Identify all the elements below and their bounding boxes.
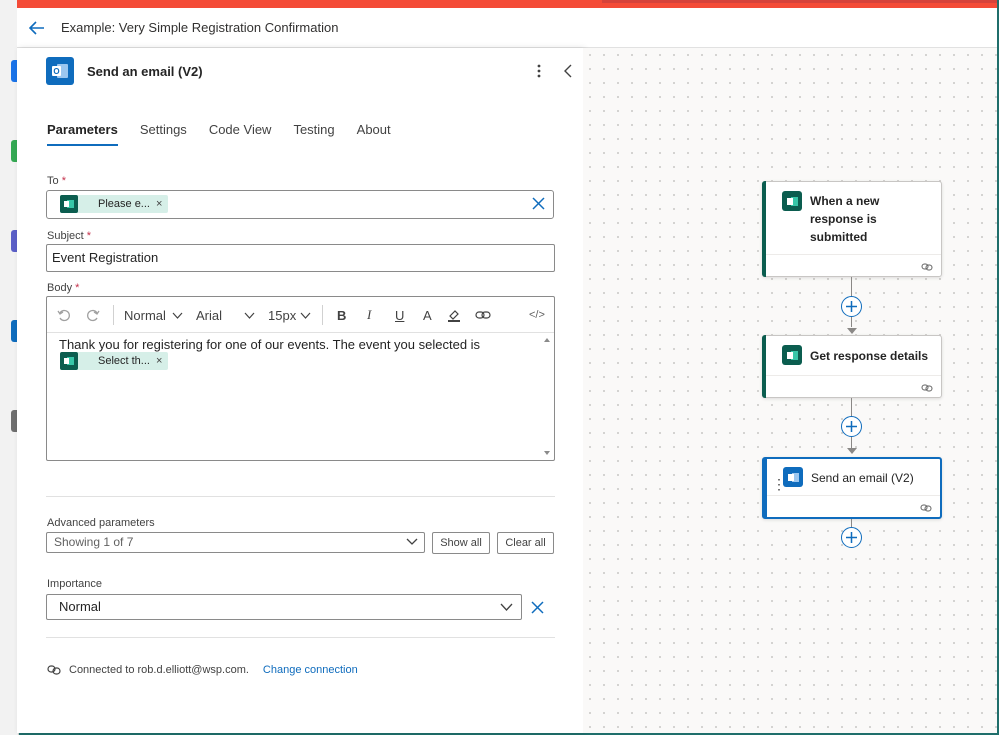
add-step-button[interactable] [841,527,862,548]
tab-settings[interactable]: Settings [140,122,187,146]
node-title: Get response details [810,349,929,363]
node-title: Send an email (V2) [811,471,914,485]
advanced-parameters-label: Advanced parameters [47,517,155,529]
tab-parameters[interactable]: Parameters [47,122,118,146]
collapse-panel-button[interactable] [560,60,576,82]
add-step-button[interactable] [841,416,862,437]
panel-title: Send an email (V2) [87,64,203,79]
forms-icon [782,345,802,365]
to-field[interactable]: Please e... × [46,190,554,219]
code-view-button[interactable]: </> [529,305,545,325]
chevron-down-icon [500,603,513,611]
svg-text:O: O [53,67,59,76]
chevron-down-icon [172,312,183,319]
font-color-button[interactable]: A [423,305,432,325]
show-all-button[interactable]: Show all [432,532,490,554]
send-email-node[interactable]: ⋮ Send an email (V2) [762,457,942,519]
font-dropdown[interactable]: Arial [196,305,255,325]
token-label: Select th... [98,355,150,367]
divider [46,496,555,497]
forms-icon [60,352,78,370]
connection-link-icon [921,384,933,392]
chevron-down-icon [406,538,418,545]
chevron-left-icon [564,64,572,78]
dynamic-content-token[interactable]: Select th... × [60,352,169,370]
action-node[interactable]: Get response details [762,335,942,398]
dynamic-content-token[interactable]: Please e... × [60,195,169,213]
font-size-dropdown[interactable]: 15px [268,305,311,325]
remove-token-icon[interactable]: × [156,198,168,210]
bold-button[interactable]: B [337,305,346,325]
chevron-down-icon [244,312,255,319]
connection-link-icon [921,263,933,271]
body-label: Body * [47,282,80,294]
node-title: When a new response is submitted [810,194,880,244]
arrow-left-icon [29,20,44,35]
subject-label: Subject * [47,230,92,242]
back-button[interactable] [17,8,57,48]
title-bar: Example: Very Simple Registration Confir… [17,8,997,48]
tab-about[interactable]: About [357,122,391,146]
importance-label: Importance [47,578,103,590]
editor-toolbar: Normal Arial 15px B I U A </> [47,297,554,333]
body-scrollbar[interactable] [541,334,553,459]
divider [46,637,555,638]
highlight-icon[interactable] [447,305,461,325]
link-icon[interactable] [475,305,491,325]
token-label: Please e... [98,198,150,210]
remove-token-icon[interactable]: × [156,355,168,367]
plus-icon [846,532,857,543]
more-options-icon[interactable] [529,60,549,82]
underline-button[interactable]: U [395,305,404,325]
connection-link-icon [47,665,61,675]
connection-text: Connected to rob.d.elliott@wsp.com. [69,664,249,676]
top-accent-bar [17,0,997,8]
tab-list: Parameters Settings Code View Testing Ab… [47,122,413,146]
importance-dropdown[interactable]: Normal [46,594,522,620]
forms-icon [60,195,78,213]
change-connection-link[interactable]: Change connection [263,664,358,676]
clear-icon[interactable] [532,197,545,213]
plus-icon [846,301,857,312]
subject-input[interactable]: Event Registration [46,244,555,272]
undo-icon[interactable] [57,305,71,325]
clear-icon[interactable] [531,601,544,617]
body-editor[interactable]: Normal Arial 15px B I U A </> Thank you … [46,296,555,461]
clear-all-button[interactable]: Clear all [497,532,554,554]
forms-icon [782,191,802,211]
app-window: Example: Very Simple Registration Confir… [17,0,997,733]
chevron-down-icon [300,312,311,319]
tab-code-view[interactable]: Code View [209,122,272,146]
redo-icon[interactable] [86,305,100,325]
flow-canvas[interactable]: When a new response is submitted Get res… [583,48,997,733]
trigger-node[interactable]: When a new response is submitted [762,181,942,277]
plus-icon [846,421,857,432]
body-content[interactable]: Thank you for registering for one of our… [59,337,529,352]
add-step-button[interactable] [841,296,862,317]
paragraph-style-dropdown[interactable]: Normal [124,305,183,325]
tab-testing[interactable]: Testing [293,122,334,146]
flow-title: Example: Very Simple Registration Confir… [61,20,339,35]
italic-button[interactable]: I [367,305,371,325]
advanced-parameters-dropdown[interactable]: Showing 1 of 7 [46,532,425,553]
connection-link-icon [920,504,932,512]
connection-info: Connected to rob.d.elliott@wsp.com. Chan… [47,664,358,676]
outlook-icon: O [46,57,74,85]
to-label: To * [47,175,66,187]
action-panel: O Send an email (V2) Parameters Settings… [17,48,583,733]
outlook-icon [783,467,803,487]
